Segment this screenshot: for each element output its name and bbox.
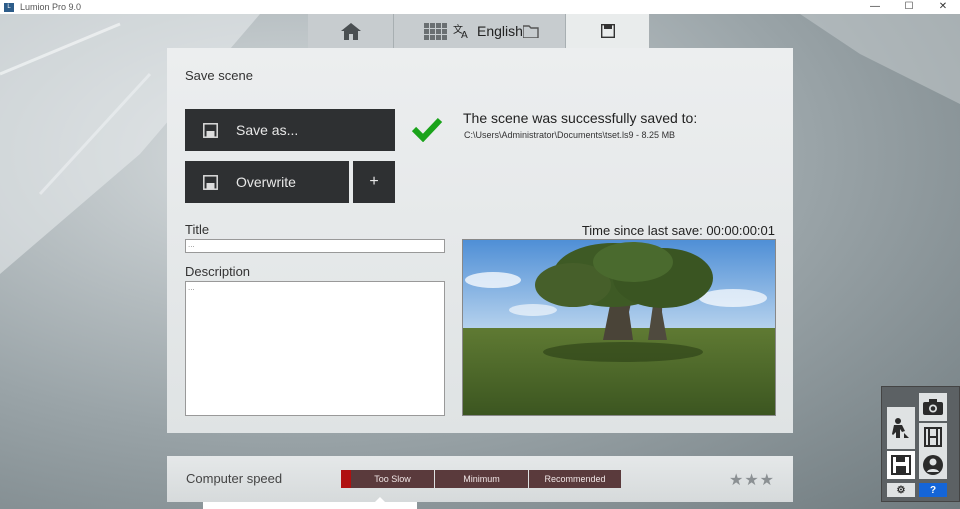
floppy-disk-icon xyxy=(203,174,218,190)
floppy-disk-icon xyxy=(891,455,911,475)
speed-tooltip xyxy=(203,502,417,509)
camera-icon xyxy=(923,399,943,415)
add-button[interactable]: + xyxy=(353,161,395,203)
help-button[interactable]: ? xyxy=(919,483,947,497)
build-mode-button[interactable] xyxy=(887,407,915,449)
close-button[interactable]: ✕ xyxy=(926,0,960,12)
title-bar: L Lumion Pro 9.0 — ☐ ✕ xyxy=(0,0,960,14)
panorama-person-icon xyxy=(923,455,943,475)
save-mode-button[interactable] xyxy=(887,451,915,479)
speed-tooltip-arrow xyxy=(374,497,386,503)
language-label[interactable]: English xyxy=(477,23,523,39)
overwrite-label: Overwrite xyxy=(236,174,296,190)
mode-tabs: 文 A English xyxy=(308,14,650,48)
tab-save[interactable] xyxy=(566,14,650,48)
scene-preview-drawing xyxy=(463,240,775,415)
movie-mode-button[interactable] xyxy=(919,423,947,451)
floppy-disk-icon xyxy=(203,122,218,138)
title-label: Title xyxy=(185,222,210,237)
save-success-message: The scene was successfully saved to: xyxy=(463,110,698,126)
gear-icon: ⚙ xyxy=(896,484,906,496)
speed-segment-minimum: Minimum xyxy=(435,470,528,488)
open-folder-icon xyxy=(522,24,539,38)
speed-segment-too-slow: Too Slow xyxy=(351,470,434,488)
mode-palette: ⚙ ? xyxy=(881,386,960,502)
save-as-label: Save as... xyxy=(236,122,299,138)
save-scene-panel: Save scene Save as... Overwrite + The sc… xyxy=(167,48,793,433)
panorama-mode-button[interactable] xyxy=(919,451,947,479)
description-label: Description xyxy=(185,264,251,279)
home-icon xyxy=(340,22,361,40)
tab-files[interactable]: 文 A English xyxy=(394,14,566,48)
success-check-icon xyxy=(411,117,443,142)
time-since-last-save: Time since last save: 00:00:00:01 xyxy=(581,223,775,238)
photo-mode-button[interactable] xyxy=(919,393,947,421)
film-strip-icon xyxy=(924,427,942,447)
speed-segment-recommended: Recommended xyxy=(529,470,621,488)
title-input[interactable]: ... xyxy=(185,239,445,253)
speed-stars-icon: ★★★ xyxy=(728,472,775,489)
scene-preview-image xyxy=(462,239,776,416)
minimize-button[interactable]: — xyxy=(858,0,892,12)
floppy-disk-icon xyxy=(600,24,615,38)
saved-file-path: C:\Users\Administrator\Documents\tset.ls… xyxy=(464,130,676,140)
panel-title: Save scene xyxy=(185,68,253,83)
window-controls: — ☐ ✕ xyxy=(858,0,960,14)
settings-button[interactable]: ⚙ xyxy=(887,483,915,497)
translate-icon[interactable]: 文 A xyxy=(453,23,471,39)
description-input[interactable]: ... xyxy=(185,281,445,416)
tab-home[interactable] xyxy=(308,14,394,48)
computer-speed-bar: Computer speed Too Slow Minimum Recommen… xyxy=(167,456,793,502)
builder-worker-icon xyxy=(892,418,909,438)
lumion-app-icon: L xyxy=(4,2,14,12)
window-title: Lumion Pro 9.0 xyxy=(20,2,82,12)
maximize-button[interactable]: ☐ xyxy=(892,0,926,12)
overwrite-button[interactable]: Overwrite xyxy=(185,161,349,203)
speed-indicator-marker xyxy=(341,470,351,488)
files-grid-icon xyxy=(424,22,447,40)
svg-text:A: A xyxy=(461,30,468,39)
save-as-button[interactable]: Save as... xyxy=(185,109,395,151)
computer-speed-label: Computer speed xyxy=(186,471,283,486)
